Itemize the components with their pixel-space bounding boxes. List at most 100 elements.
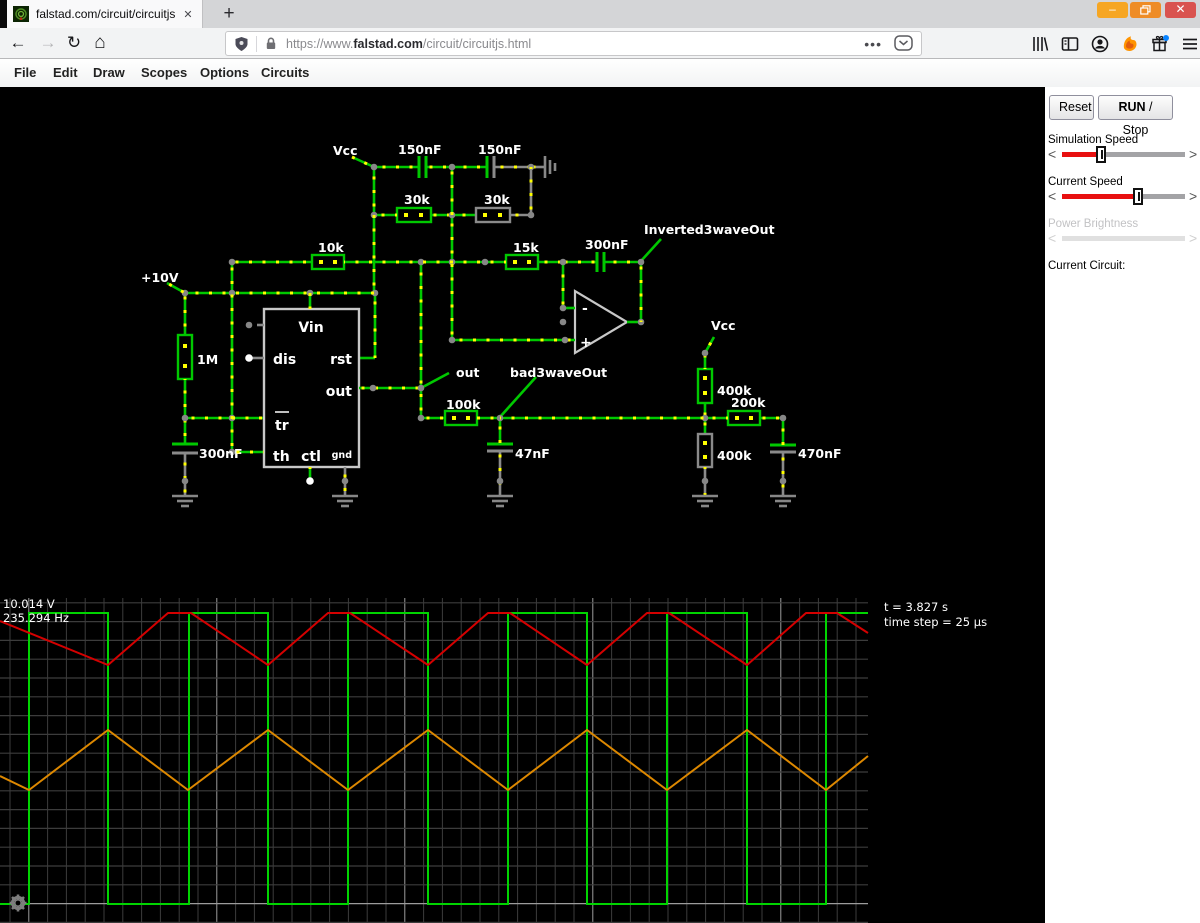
resistor-200k[interactable] xyxy=(705,409,783,427)
lock-icon[interactable] xyxy=(264,36,278,51)
app-menu-bar: File Edit Draw Scopes Options Circuits xyxy=(0,59,1200,87)
label-post-wire[interactable] xyxy=(420,371,450,390)
simulation-speed-label: Simulation Speed xyxy=(1048,134,1139,146)
resistor-30k-right[interactable] xyxy=(452,206,531,224)
pin-out: out xyxy=(326,384,353,400)
sidebars-icon[interactable] xyxy=(1060,34,1080,54)
reset-button[interactable]: Reset xyxy=(1049,95,1094,120)
slider-track[interactable] xyxy=(1062,188,1185,205)
wire[interactable] xyxy=(351,155,375,169)
slider-right-arrow-icon[interactable]: > xyxy=(1189,188,1197,204)
page-actions-icon[interactable]: ••• xyxy=(864,36,882,52)
slider-fill xyxy=(1062,194,1139,199)
ground-symbols[interactable] xyxy=(172,494,796,508)
account-icon[interactable] xyxy=(1090,34,1110,54)
power-brightness-slider: < > xyxy=(1045,230,1200,246)
unconnected-post-dot xyxy=(245,354,253,362)
scope-frequency: 235.294 Hz xyxy=(3,611,69,625)
capacitor-300nF-feedback[interactable] xyxy=(563,252,641,272)
slider-left-arrow-icon[interactable]: < xyxy=(1048,146,1056,162)
menu-file[interactable]: File xyxy=(14,65,36,80)
scope-max-voltage: 10.014 V xyxy=(3,597,55,611)
label-r100k: 100k xyxy=(446,397,481,412)
menu-circuits[interactable]: Circuits xyxy=(261,65,309,80)
scope-time-step: time step = 25 µs xyxy=(884,615,987,629)
tab-active[interactable]: falstad.com/circuit/circuitjs.ht ✕ xyxy=(7,0,203,28)
pocket-icon[interactable] xyxy=(894,35,913,52)
maximize-icon xyxy=(1140,5,1151,15)
slider-thumb[interactable] xyxy=(1133,188,1144,205)
scope-waveforms[interactable] xyxy=(0,612,869,905)
label-r400k-bottom: 400k xyxy=(717,448,752,463)
simulation-speed-slider[interactable]: < > xyxy=(1045,146,1200,163)
favicon-icon xyxy=(13,6,29,22)
reload-button[interactable]: ↻ xyxy=(62,31,86,55)
label-r15k: 15k xyxy=(513,240,539,255)
firefox-send-icon[interactable] xyxy=(1120,34,1140,54)
label-r30k-left: 30k xyxy=(404,192,430,207)
label-cap-470nF: 470nF xyxy=(798,446,842,461)
scope-settings-gear-icon[interactable] xyxy=(9,894,27,912)
label-inverted3waveout: Inverted3waveOut xyxy=(644,222,775,237)
slider-track[interactable] xyxy=(1062,146,1185,163)
ground-antenna[interactable] xyxy=(531,156,557,178)
run-label: RUN xyxy=(1118,100,1146,114)
forward-button[interactable]: → xyxy=(36,31,60,55)
circuit-schematic[interactable]: Vcc 150nF 150nF 30k 30k 10k 15k 300nF In… xyxy=(141,142,842,508)
new-tab-button[interactable]: + xyxy=(216,2,242,26)
simulation-side-panel: Reset RUN / Stop Simulation Speed < > Cu… xyxy=(1045,87,1200,923)
resistor-100k[interactable] xyxy=(421,409,500,427)
library-icon[interactable] xyxy=(1030,34,1050,54)
hamburger-menu-icon[interactable] xyxy=(1180,34,1200,54)
url-text[interactable]: https://www.falstad.com/circuit/circuitj… xyxy=(286,37,531,51)
tab-title: falstad.com/circuit/circuitjs.ht xyxy=(36,7,176,21)
window-minimize-button[interactable]: – xyxy=(1097,2,1128,18)
url-bar[interactable]: https://www.falstad.com/circuit/circuitj… xyxy=(225,31,922,56)
url-domain: falstad.com xyxy=(353,36,423,51)
label-post-wire[interactable] xyxy=(640,238,662,262)
resistor-10k[interactable] xyxy=(232,253,346,271)
label-post-wire[interactable] xyxy=(499,376,537,418)
menu-draw[interactable]: Draw xyxy=(93,65,125,80)
pin-tr: tr xyxy=(275,418,289,434)
current-speed-label: Current Speed xyxy=(1048,176,1123,188)
notification-badge xyxy=(1163,35,1169,41)
pin-gnd: gnd xyxy=(332,450,352,461)
label-cap-300nF: 300nF xyxy=(585,237,629,252)
url-path: /circuit/circuitjs.html xyxy=(422,36,532,51)
op-amp[interactable] xyxy=(452,262,641,355)
slider-left-arrow-icon: < xyxy=(1048,230,1057,246)
tab-close-icon[interactable]: ✕ xyxy=(180,8,196,21)
timer-555-chip[interactable] xyxy=(249,307,421,496)
window-edge xyxy=(0,0,7,28)
capacitor-150nF-left[interactable] xyxy=(374,156,452,178)
home-button[interactable]: ⌂ xyxy=(88,31,112,55)
pin-th: th xyxy=(273,449,290,465)
slider-left-arrow-icon[interactable]: < xyxy=(1048,188,1056,204)
whats-new-gift-icon[interactable] xyxy=(1150,34,1170,54)
power-brightness-label: Power Brightness xyxy=(1048,218,1139,230)
current-speed-slider[interactable]: < > xyxy=(1045,188,1200,205)
label-vcc-right: Vcc xyxy=(711,318,736,333)
circuit-canvas[interactable]: Vcc 150nF 150nF 30k 30k 10k 15k 300nF In… xyxy=(0,87,1045,923)
resistor-1M[interactable] xyxy=(176,293,194,418)
menu-options[interactable]: Options xyxy=(200,65,249,80)
slider-thumb[interactable] xyxy=(1096,146,1107,163)
window-maximize-button[interactable] xyxy=(1130,2,1161,18)
capacitor-150nF-right[interactable] xyxy=(452,156,531,178)
menu-edit[interactable]: Edit xyxy=(53,65,78,80)
window-close-button[interactable]: ✕ xyxy=(1165,2,1196,18)
label-cap-150nF-right: 150nF xyxy=(478,142,522,157)
label-r1m: 1M xyxy=(197,352,218,367)
slider-right-arrow-icon[interactable]: > xyxy=(1189,146,1197,162)
navigation-toolbar: ← → ↻ ⌂ https://www.falstad.com/circuit/… xyxy=(0,28,1200,59)
divider xyxy=(256,35,257,52)
back-button[interactable]: ← xyxy=(6,31,30,55)
menu-scopes[interactable]: Scopes xyxy=(141,65,187,80)
tracking-protection-shield-icon[interactable] xyxy=(234,36,249,52)
resistor-30k-left[interactable] xyxy=(374,206,452,224)
run-stop-button[interactable]: RUN / Stop xyxy=(1098,95,1173,137)
resistor-15k[interactable] xyxy=(504,253,563,271)
label-plus10v: +10V xyxy=(141,270,179,285)
resistor-400k-top[interactable] xyxy=(696,353,714,418)
